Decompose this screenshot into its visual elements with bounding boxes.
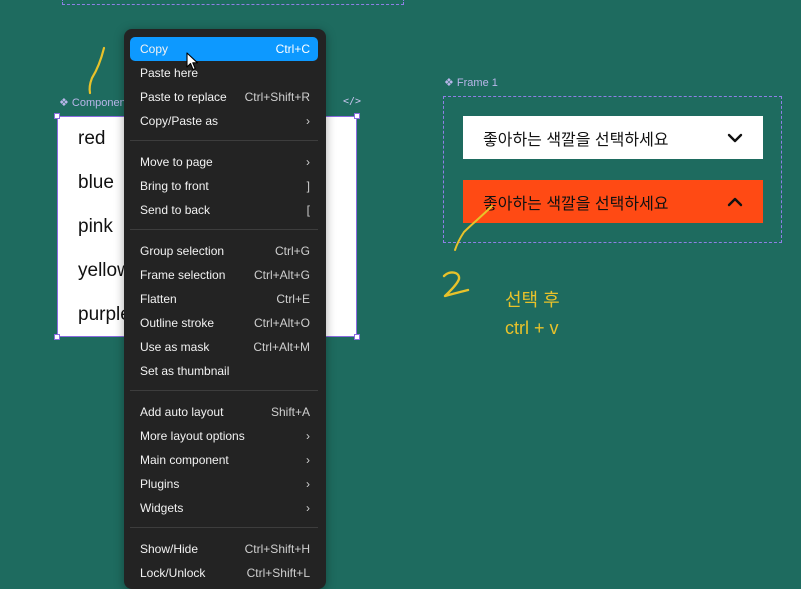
note-line-1: 선택 후 <box>505 290 560 310</box>
annotation-stroke-1 <box>88 46 106 95</box>
note-line-2: ctrl + v <box>505 318 559 338</box>
annotation-stroke-2 <box>454 205 493 251</box>
annotation-number-2 <box>442 271 470 298</box>
annotation-note: 선택 후 ctrl + v <box>505 286 560 342</box>
handwritten-annotations <box>88 46 493 298</box>
